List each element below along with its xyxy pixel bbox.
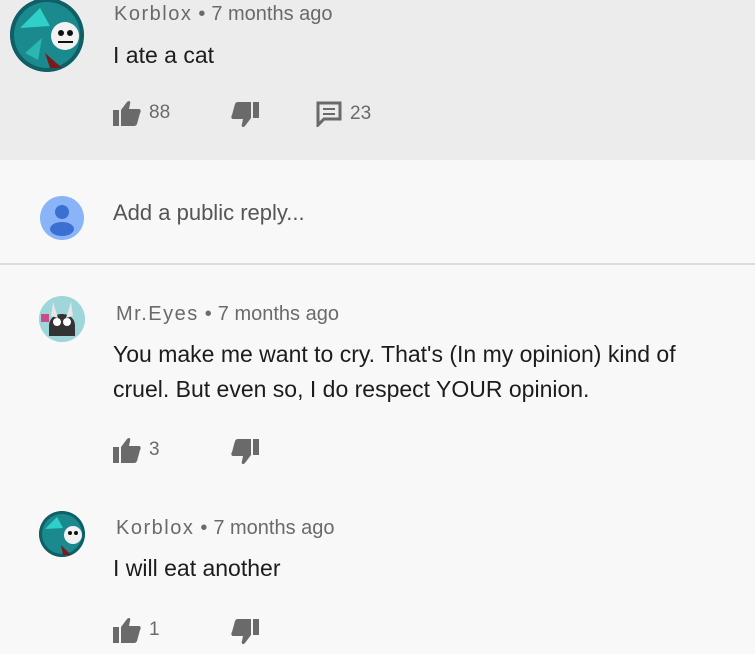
meta-separator: • xyxy=(204,303,212,325)
korblox-avatar-icon xyxy=(39,511,85,557)
meta-separator: • xyxy=(198,3,206,25)
reply-input[interactable]: Add a public reply... xyxy=(113,200,305,226)
highlighted-comment: Korblox • 7 months ago I ate a cat 88 23 xyxy=(0,0,755,160)
dislike-button[interactable] xyxy=(231,619,259,645)
comment-meta: Mr.Eyes • 7 months ago xyxy=(116,303,339,326)
like-button[interactable]: 88 xyxy=(113,100,170,126)
user-avatar[interactable] xyxy=(40,196,84,240)
comment-actions: 3 xyxy=(113,437,313,467)
comment-time[interactable]: 7 months ago xyxy=(211,3,332,25)
comment-author[interactable]: Korblox xyxy=(116,517,194,539)
avatar[interactable] xyxy=(39,511,85,557)
comment-text: I ate a cat xyxy=(113,42,215,68)
comment-author[interactable]: Mr.Eyes xyxy=(116,303,199,325)
thumbs-down-icon xyxy=(231,619,259,645)
like-count: 88 xyxy=(149,102,171,123)
like-button[interactable]: 1 xyxy=(113,617,160,643)
avatar[interactable] xyxy=(39,296,85,342)
thumbs-down-icon xyxy=(231,102,259,128)
like-count: 3 xyxy=(149,439,160,460)
thumbs-up-icon xyxy=(113,437,141,463)
divider xyxy=(0,263,755,265)
comment-actions: 1 xyxy=(113,617,313,647)
comment-meta: Korblox • 7 months ago xyxy=(114,3,333,26)
like-button[interactable]: 3 xyxy=(113,437,160,463)
meta-separator: • xyxy=(200,517,208,539)
thumbs-up-icon xyxy=(113,617,141,643)
comment-icon xyxy=(316,101,342,127)
comment-author[interactable]: Korblox xyxy=(114,3,192,25)
reply-count: 23 xyxy=(350,103,372,124)
comment-text: You make me want to cry. That's (In my o… xyxy=(113,341,676,402)
default-user-icon xyxy=(40,196,84,240)
korblox-avatar-icon xyxy=(10,0,84,72)
dislike-button[interactable] xyxy=(231,102,259,128)
comment-meta: Korblox • 7 months ago xyxy=(116,517,335,540)
dislike-button[interactable] xyxy=(231,439,259,465)
mr-eyes-avatar-icon xyxy=(39,296,85,342)
reply-count-button[interactable]: 23 xyxy=(316,101,371,127)
reply-composer: Add a public reply... xyxy=(0,160,755,263)
thumbs-down-icon xyxy=(231,439,259,465)
comment-time[interactable]: 7 months ago xyxy=(213,517,334,539)
like-count: 1 xyxy=(149,619,160,640)
comment-time[interactable]: 7 months ago xyxy=(218,303,339,325)
comment-actions: 88 23 xyxy=(113,100,413,130)
thumbs-up-icon xyxy=(113,100,141,126)
avatar[interactable] xyxy=(10,0,84,72)
comment-text: I will eat another xyxy=(113,555,281,581)
